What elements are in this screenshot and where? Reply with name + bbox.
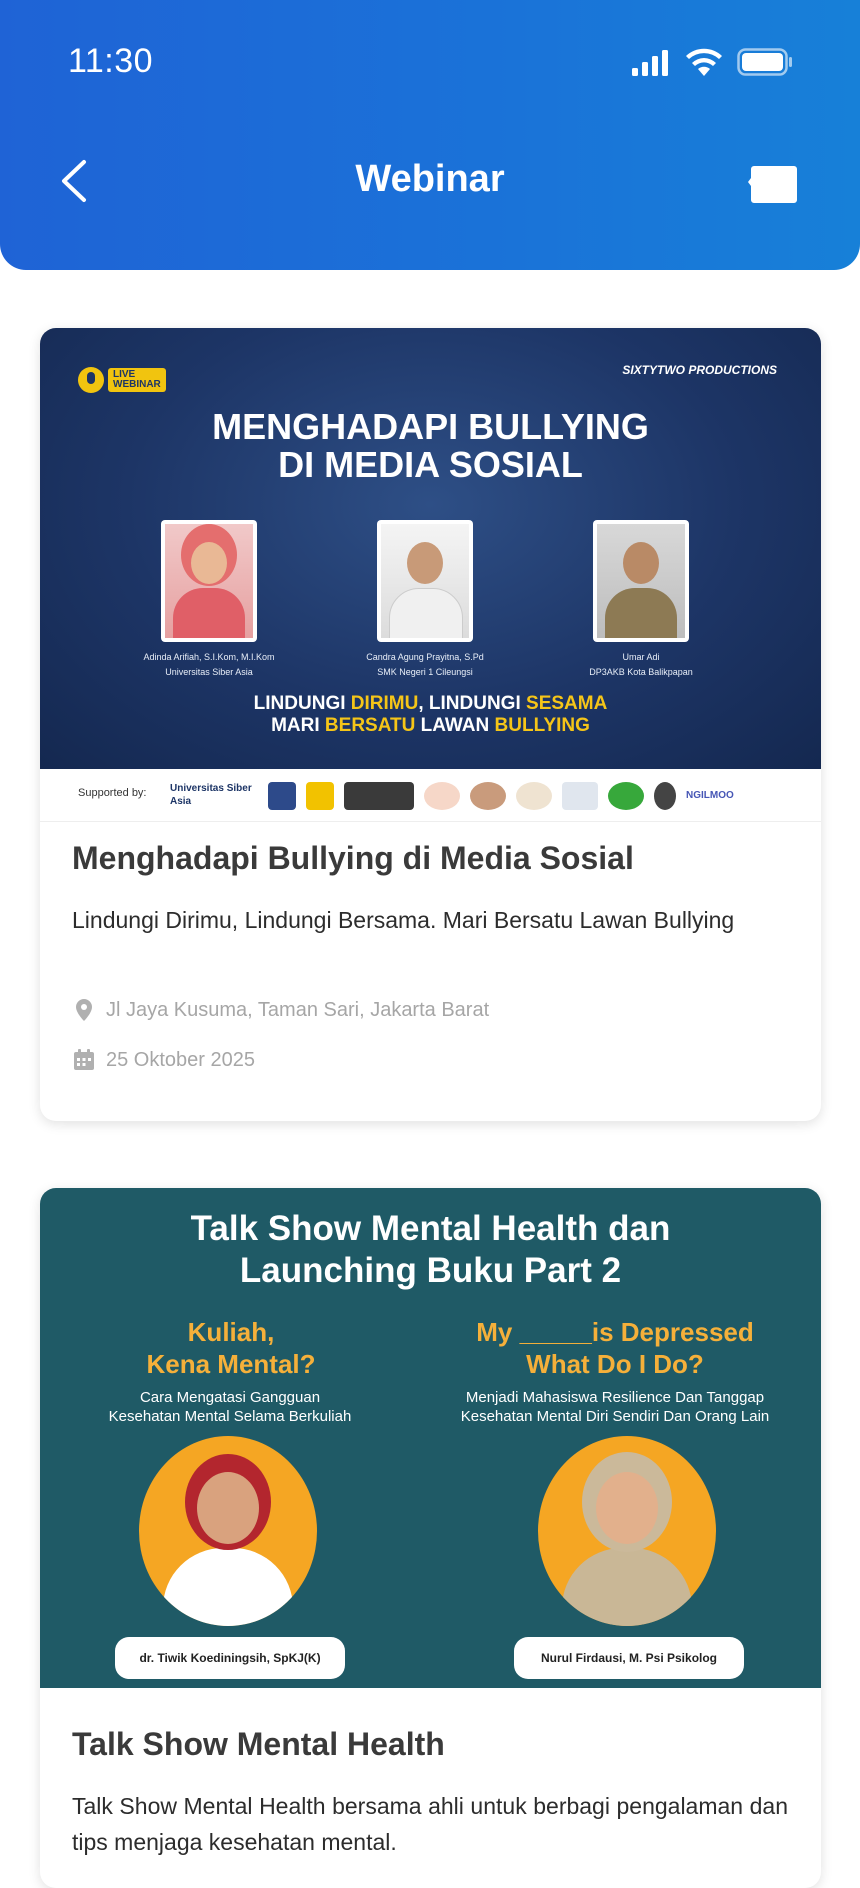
- chat-icon[interactable]: [748, 164, 798, 204]
- producer-logo: SIXTYTWO PRODUCTIONS: [622, 363, 777, 377]
- speaker-photo: [161, 520, 257, 642]
- sponsor-logo: Universitas Siber Asia: [170, 783, 252, 807]
- date-text: 25 Oktober 2025: [106, 1048, 255, 1071]
- session-heading: Kuliah, Kena Mental?: [146, 1317, 316, 1379]
- sponsor-strip: Supported by: Universitas Siber Asia NGI…: [40, 769, 821, 822]
- location-pin-icon: [76, 999, 92, 1021]
- sponsor-logo: [424, 782, 460, 810]
- sponsor-logo: [516, 782, 552, 810]
- event-title: Talk Show Mental Health: [72, 1726, 445, 1762]
- sponsor-logo: [654, 782, 676, 810]
- speaker-name-pill: Nurul Firdausi, M. Psi Psikolog: [514, 1637, 744, 1679]
- event-banner-image: Talk Show Mental Health dan Launching Bu…: [40, 1188, 821, 1688]
- event-title: Menghadapi Bullying di Media Sosial: [72, 840, 634, 876]
- speaker-photo: [139, 1436, 317, 1626]
- sponsor-logo: [344, 782, 414, 810]
- sponsor-logo: [306, 782, 334, 810]
- sponsor-logo: [608, 782, 644, 810]
- speaker-caption: Adinda Arifiah, S.I.Kom, M.I.Kom Universi…: [143, 652, 275, 677]
- sponsor-logo: NGILMOO: [686, 790, 734, 801]
- banner-slogan: LINDUNGI DIRIMU, LINDUNGI SESAMA MARI BE…: [253, 693, 608, 736]
- sponsor-logos: Universitas Siber Asia NGILMOO: [170, 779, 810, 813]
- sponsor-logo: [562, 782, 598, 810]
- event-card[interactable]: LIVE WEBINAR SIXTYTWO PRODUCTIONS MENGHAD…: [40, 328, 821, 1121]
- location-text: Jl Jaya Kusuma, Taman Sari, Jakarta Bara…: [106, 998, 490, 1021]
- speaker-photo: [538, 1436, 716, 1626]
- speaker-name-pill: dr. Tiwik Koediningsih, SpKJ(K): [115, 1637, 345, 1679]
- event-description: Talk Show Mental Health bersama ahli unt…: [72, 1793, 788, 1855]
- sponsor-logo: [470, 782, 506, 810]
- microphone-icon: [78, 367, 104, 393]
- speaker-caption: Candra Agung Prayitna, S.Pd SMK Negeri 1 …: [366, 652, 484, 677]
- event-location: Jl Jaya Kusuma, Taman Sari, Jakarta Bara…: [72, 995, 489, 1025]
- banner-title: Talk Show Mental Health dan Launching Bu…: [190, 1209, 671, 1290]
- nav-bar: Webinar: [0, 140, 860, 220]
- status-bar: 11:30: [0, 0, 860, 130]
- supported-by-label: Supported by:: [78, 787, 147, 799]
- banner-title: MENGHADAPI BULLYING DI MEDIA SOSIAL: [212, 406, 649, 485]
- signal-icon: [632, 50, 668, 76]
- page-title: Webinar: [355, 158, 505, 200]
- status-time: 11:30: [68, 42, 154, 80]
- battery-icon: [737, 48, 792, 76]
- sponsor-logo: [268, 782, 296, 810]
- live-webinar-badge: LIVE WEBINAR: [78, 366, 166, 394]
- session-heading: My _____is Depressed What Do I Do?: [476, 1317, 754, 1379]
- app-header: 11:30 Webinar: [0, 0, 860, 270]
- session-subtitle: Menjadi Mahasiswa Resilience Dan Tanggap…: [460, 1389, 770, 1425]
- event-date: 25 Oktober 2025: [72, 1045, 255, 1075]
- event-description: Lindungi Dirimu, Lindungi Bersama. Mari …: [72, 907, 735, 933]
- event-banner-image: LIVE WEBINAR SIXTYTWO PRODUCTIONS MENGHAD…: [40, 328, 821, 769]
- calendar-icon: [74, 1049, 94, 1070]
- session-subtitle: Cara Mengatasi Gangguan Kesehatan Mental…: [108, 1389, 352, 1425]
- wifi-icon: [686, 48, 722, 76]
- speaker-photo: [377, 520, 473, 642]
- speaker-caption: Umar Adi DP3AKB Kota Balikpapan: [589, 652, 693, 677]
- event-card[interactable]: Talk Show Mental Health dan Launching Bu…: [40, 1188, 821, 1888]
- speaker-photo: [593, 520, 689, 642]
